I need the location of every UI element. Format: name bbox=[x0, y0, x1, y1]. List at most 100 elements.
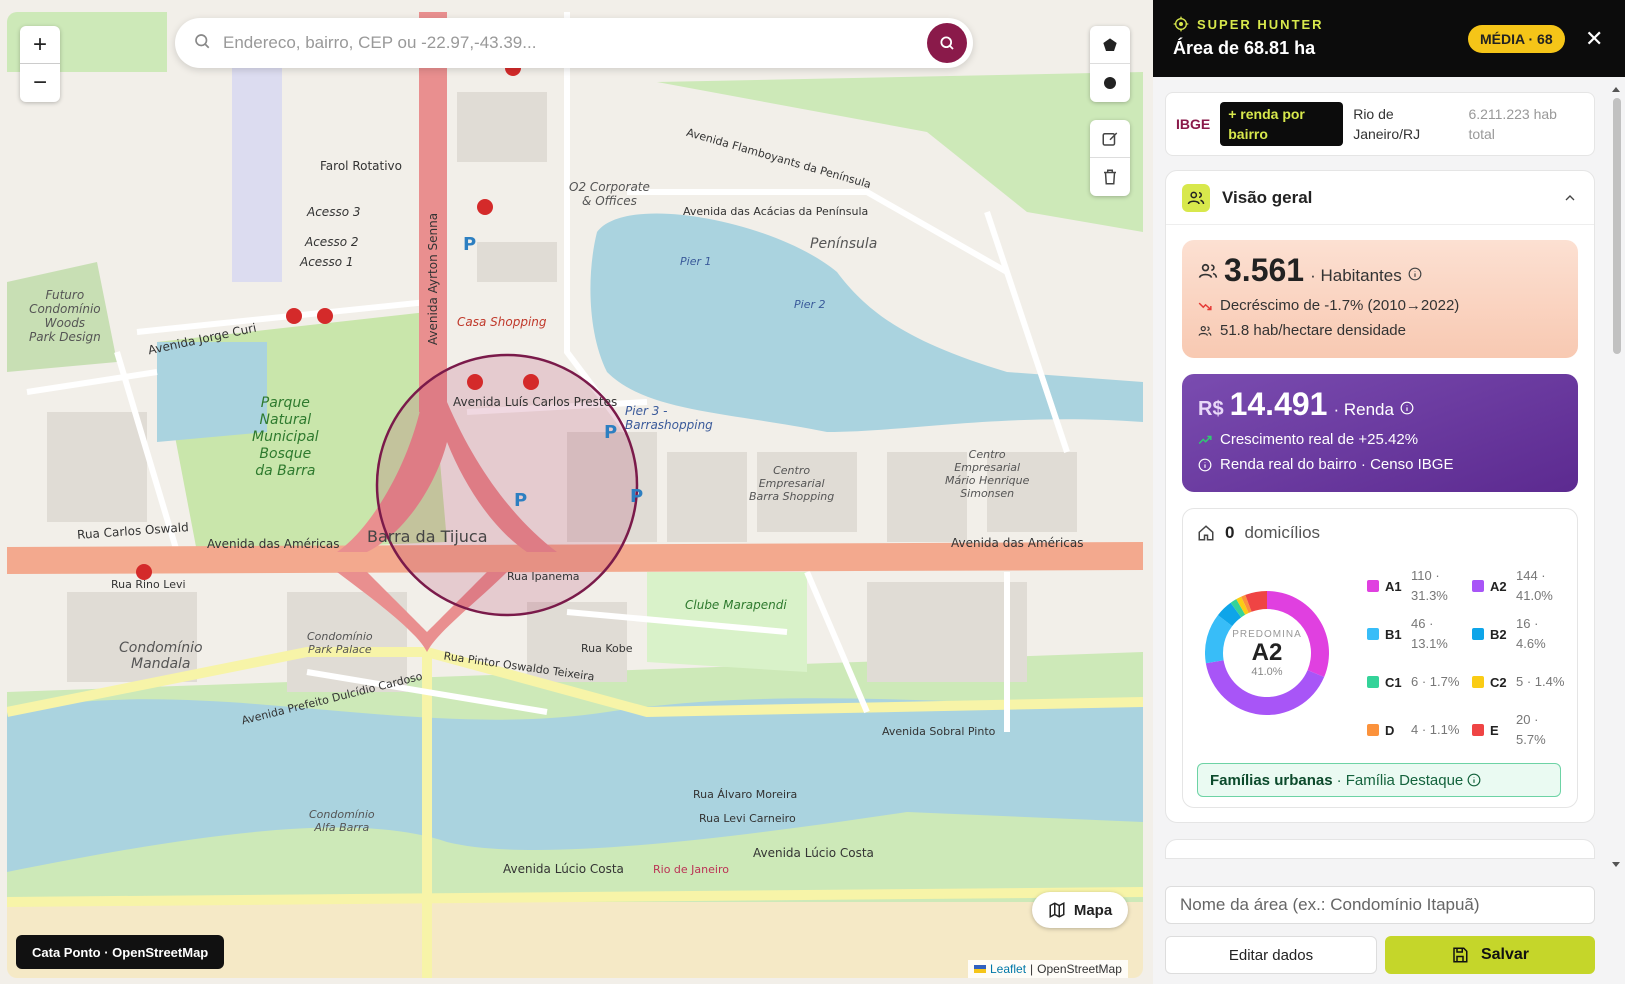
leaflet-link[interactable]: Leaflet bbox=[990, 962, 1026, 976]
map-style-button[interactable]: Mapa bbox=[1032, 892, 1128, 928]
close-icon[interactable]: ✕ bbox=[1585, 26, 1603, 52]
habitantes-density: 51.8 hab/hectare densidade bbox=[1198, 322, 1562, 339]
map-label: Avenida Luís Carlos Prestes bbox=[453, 395, 618, 409]
panel-header: SUPER HUNTER Área de 68.81 ha MÉDIA · 68… bbox=[1153, 0, 1625, 77]
legend-item-d: D 4 · 1.1% bbox=[1367, 709, 1472, 751]
circle-icon bbox=[1104, 77, 1116, 89]
legend-swatch bbox=[1367, 724, 1379, 736]
legend-swatch bbox=[1367, 580, 1379, 592]
map-label: Centro Empresarial Barra Shopping bbox=[749, 464, 835, 503]
ibge-label: IBGE bbox=[1176, 116, 1211, 132]
renda-growth: Crescimento real de +25.42% bbox=[1198, 431, 1562, 448]
legend-swatch bbox=[1472, 580, 1484, 592]
legend-item-a1: A1 110 · 31.3% bbox=[1367, 565, 1472, 607]
legend-swatch bbox=[1472, 724, 1484, 736]
map-label: Avenida Lúcio Costa bbox=[503, 862, 624, 876]
zoom-out-button[interactable]: − bbox=[20, 64, 60, 102]
legend-swatch bbox=[1367, 628, 1379, 640]
flag-icon bbox=[974, 965, 986, 973]
circle-tool-button[interactable] bbox=[1090, 64, 1130, 102]
users-icon bbox=[1198, 263, 1218, 278]
map-label: Condomínio Alfa Barra bbox=[309, 808, 375, 834]
scrollbar-thumb[interactable] bbox=[1613, 98, 1621, 354]
class-legend: A1 110 · 31.3% A2 144 · 41.0% B1 46 · 13.1% B2… bbox=[1367, 565, 1577, 751]
overview-header[interactable]: Visão geral bbox=[1166, 171, 1594, 225]
map-label: Rua Kobe bbox=[581, 642, 633, 655]
overview-title: Visão geral bbox=[1222, 187, 1313, 207]
map-label: Acesso 1 bbox=[300, 255, 354, 269]
delete-layer-button[interactable] bbox=[1090, 158, 1130, 196]
legend-class: A1 bbox=[1385, 578, 1402, 594]
svg-text:P: P bbox=[463, 234, 476, 255]
zoom-in-button[interactable]: + bbox=[20, 26, 60, 64]
legend-value: 6 · 1.7% bbox=[1411, 674, 1460, 689]
familia-tag[interactable]: Famílias urbanas · Família Destaque bbox=[1197, 763, 1561, 797]
panel-footer: Editar dados Salvar bbox=[1153, 874, 1625, 984]
legend-class: C1 bbox=[1385, 674, 1402, 690]
donut-center: PREDOMINA A2 41.0% bbox=[1205, 591, 1329, 715]
map-label: Avenida das Américas bbox=[207, 537, 340, 551]
svg-text:P: P bbox=[604, 422, 617, 443]
area-name-input[interactable] bbox=[1165, 886, 1595, 924]
info-icon[interactable] bbox=[1467, 773, 1481, 787]
domicilios-header: 0 domicílios bbox=[1197, 523, 1563, 543]
svg-text:P: P bbox=[630, 486, 643, 507]
familia-type: Famílias urbanas bbox=[1210, 771, 1333, 789]
habitantes-trend-text: Decréscimo de -1.7% (2010→2022) bbox=[1220, 297, 1460, 314]
info-icon[interactable] bbox=[1408, 267, 1422, 281]
map-label: Parque Natural Municipal Bosque da Barra bbox=[252, 395, 319, 479]
map-label: Avenida Lúcio Costa bbox=[753, 846, 874, 860]
edit-data-button[interactable]: Editar dados bbox=[1165, 936, 1377, 974]
renda-growth-text: Crescimento real de +25.42% bbox=[1220, 431, 1419, 448]
renda-bairro-chip[interactable]: + renda por bairro bbox=[1220, 102, 1344, 146]
legend-swatch bbox=[1472, 628, 1484, 640]
domicilios-card: 0 domicílios PREDOMINA A2 41.0% A1 110 · … bbox=[1182, 508, 1578, 808]
save-label: Salvar bbox=[1480, 946, 1530, 963]
chevron-up-icon[interactable] bbox=[1562, 190, 1578, 206]
legend-value: 110 · 31.3% bbox=[1411, 568, 1448, 603]
map-canvas[interactable]: P P P P Farol Rotativo Acesso 3 Acesso 2… bbox=[7, 12, 1143, 978]
brand-name: SUPER HUNTER bbox=[1197, 16, 1324, 32]
map-label: Clube Marapendi bbox=[685, 598, 787, 612]
save-button[interactable]: Salvar bbox=[1385, 936, 1595, 974]
habitantes-label: · Habitantes bbox=[1310, 266, 1402, 285]
scrollbar[interactable] bbox=[1610, 84, 1622, 870]
legend-value: 46 · 13.1% bbox=[1411, 616, 1448, 651]
search-button[interactable] bbox=[927, 23, 967, 63]
overview-card: Visão geral 3.561 · Habitantes Decréscim… bbox=[1165, 170, 1595, 823]
edit-icon bbox=[1102, 131, 1118, 146]
map-label: Rio de Janeiro bbox=[653, 863, 729, 876]
panel-content[interactable]: IBGE + renda por bairro Rio de Janeiro/R… bbox=[1165, 80, 1595, 875]
map-label: Acesso 3 bbox=[307, 205, 361, 219]
edit-layer-button[interactable] bbox=[1090, 120, 1130, 158]
ibge-info-row: IBGE + renda por bairro Rio de Janeiro/R… bbox=[1165, 92, 1595, 156]
habitantes-value: 3.561 bbox=[1224, 252, 1305, 288]
legend-value: 20 · 5.7% bbox=[1516, 712, 1546, 747]
trend-up-icon bbox=[1198, 435, 1212, 444]
renda-value: 14.491 bbox=[1229, 386, 1328, 422]
save-icon bbox=[1453, 947, 1468, 963]
map-label: Avenida Sobral Pinto bbox=[882, 725, 996, 738]
search-input[interactable] bbox=[223, 33, 927, 53]
legend-value: 16 · 4.6% bbox=[1516, 616, 1546, 651]
city-name: Rio de Janeiro/RJ bbox=[1353, 106, 1421, 142]
search-bar bbox=[175, 18, 973, 68]
map-label: Rua Álvaro Moreira bbox=[693, 788, 798, 801]
info-icon[interactable] bbox=[1400, 401, 1414, 415]
map-label: Pier 1 bbox=[680, 255, 712, 268]
map-label: Futuro Condomínio Woods Park Design bbox=[29, 288, 101, 344]
renda-card: R$ 14.491 · Renda Crescimento real de +2… bbox=[1182, 374, 1578, 492]
legend-item-c2: C2 5 · 1.4% bbox=[1472, 661, 1577, 703]
map-icon bbox=[1049, 902, 1065, 918]
osm-link[interactable]: OpenStreetMap bbox=[1037, 962, 1122, 976]
map-label: Rua Ipanema bbox=[507, 570, 580, 583]
map-view[interactable]: P P P P Farol Rotativo Acesso 3 Acesso 2… bbox=[0, 0, 1153, 984]
trend-down-icon bbox=[1198, 302, 1212, 310]
currency-label: R$ bbox=[1198, 398, 1224, 420]
renda-note: Renda real do bairro · Censo IBGE bbox=[1198, 456, 1562, 473]
polygon-tool-button[interactable] bbox=[1090, 26, 1130, 64]
home-icon bbox=[1198, 525, 1214, 541]
predomina-class: A2 bbox=[1251, 638, 1283, 666]
legend-value: 144 · 41.0% bbox=[1516, 568, 1553, 603]
map-label: Rua Levi Carneiro bbox=[699, 812, 796, 825]
